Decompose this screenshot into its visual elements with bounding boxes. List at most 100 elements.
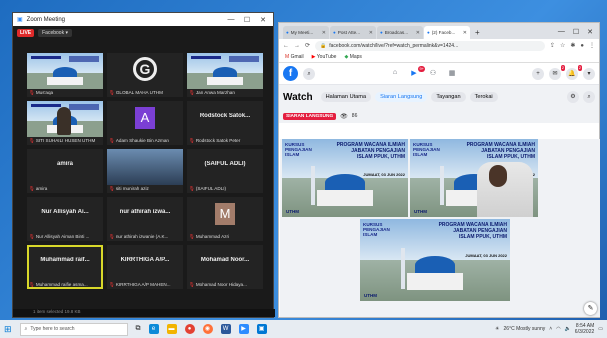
forward-icon[interactable]: → <box>294 43 300 49</box>
participant-name: Jan Anwa Marzhan <box>195 90 235 95</box>
participant-tile[interactable]: 🎙siti munirah aziz <box>107 149 183 193</box>
firefox-icon[interactable]: ◉ <box>202 324 213 334</box>
participant-tile[interactable]: Rodstock Satok... 🎙Rodstock Satok Peter <box>187 101 263 145</box>
participant-tile[interactable]: 🎙Jan Anwa Marzhan <box>187 53 263 97</box>
participant-tile[interactable]: M 🎙Muhammad Azri <box>187 197 263 241</box>
participant-tile[interactable]: amira 🎙amira <box>27 149 103 193</box>
create-icon[interactable]: + <box>532 67 544 80</box>
browser-tab[interactable]: ● Post Atte... ✕ <box>330 26 376 39</box>
home-nav-icon[interactable]: ⌂ <box>388 69 402 79</box>
notification-center-icon[interactable]: ▭ <box>598 326 603 332</box>
facebook-stream-dropdown[interactable]: Facebook ▾ <box>38 29 72 37</box>
facebook-topbar: f ⌕ ⌂ ▶ 9+ ⚇ ▦ + ✉ 2 🔔 2 ▾ <box>279 63 599 85</box>
bookmark-youtube[interactable]: ▶ YouTube <box>312 54 337 60</box>
facebook-logo[interactable]: f <box>283 66 298 81</box>
new-tab-icon[interactable]: + <box>471 28 484 39</box>
participant-tile[interactable]: A 🎙Adam Shaukie Bin Azman <box>107 101 183 145</box>
participant-name: Mohamad Noor Hidaya... <box>195 282 247 287</box>
close-icon[interactable]: ✕ <box>257 16 269 24</box>
browser-tab[interactable]: ● (2) Faceb... ✕ <box>424 26 470 39</box>
favicon-icon: ● <box>380 30 383 35</box>
chrome-icon[interactable]: ● <box>184 324 195 334</box>
volume-icon[interactable]: 🔈 <box>565 326 571 332</box>
participant-tile[interactable]: (SAIFUL ADLI) 🎙(SAIFUL ADLI) <box>187 149 263 193</box>
participant-tile[interactable]: Mohamad Noor... 🎙Mohamad Noor Hidaya... <box>187 245 263 289</box>
maximize-icon[interactable]: ☐ <box>241 16 253 24</box>
profile-avatar[interactable]: ● <box>580 43 584 49</box>
zoom-app-icon: ▣ <box>17 17 23 23</box>
search-icon[interactable]: ⌕ <box>303 67 315 80</box>
avatar: A <box>135 107 155 129</box>
participant-name: nur athirah izwanie (A.K... <box>115 234 169 239</box>
account-icon[interactable]: ▾ <box>583 67 595 80</box>
muted-mic-icon: 🎙 <box>189 138 195 143</box>
taskbar-search-input[interactable]: ⌕ Type here to search <box>19 322 128 336</box>
participant-tile[interactable]: nur athirah izwa... 🎙nur athirah izwanie … <box>107 197 183 241</box>
zoom-window[interactable]: ▣ Zoom Meeting — ☐ ✕ LIVE Facebook ▾ 🎙Mu… <box>12 12 275 318</box>
participant-name: GLOBAL MAHA UTHM <box>115 90 163 95</box>
search-icon[interactable]: ⌕ <box>583 91 595 103</box>
close-tab-icon: ✕ <box>321 29 326 36</box>
watch-nav-icon[interactable]: ▶ 9+ <box>407 65 425 79</box>
zoom-titlebar[interactable]: ▣ Zoom Meeting — ☐ ✕ <box>13 13 273 26</box>
participant-tile[interactable]: Muhammad raif... 🎙Muhammad raifie asma... <box>27 245 103 289</box>
participant-tile[interactable]: 🎙Mus'aqa <box>27 53 103 97</box>
file-explorer-icon[interactable]: ▬ <box>166 324 177 334</box>
url-input[interactable]: 🔒 facebook.com/watch/live/?ref=watch_perm… <box>315 40 545 51</box>
watch-title: Watch <box>283 91 313 103</box>
share-icon[interactable]: ⇪ <box>550 42 555 49</box>
star-icon[interactable]: ☆ <box>560 42 565 49</box>
bookmark-gmail[interactable]: M Gmail <box>285 54 304 60</box>
participant-display-name: KIRRTHIGA A/P... <box>120 257 170 263</box>
tab-tayangan[interactable]: Tayangan <box>431 92 466 102</box>
settings-icon[interactable]: ⚙ <box>567 91 579 103</box>
edge-icon[interactable]: e <box>148 324 159 334</box>
close-tab-icon: ✕ <box>368 29 373 36</box>
browser-window[interactable]: ● My Meeti... ✕ ● Post Atte... ✕ ● Broadcas... ✕… <box>278 22 600 318</box>
muted-mic-icon: 🎙 <box>109 282 115 287</box>
browser-tab[interactable]: ● My Meeti... ✕ <box>283 26 329 39</box>
chevron-up-icon[interactable]: ˄ <box>549 326 552 332</box>
back-icon[interactable]: ← <box>283 43 289 49</box>
bookmark-maps[interactable]: ◆ Maps <box>344 54 361 60</box>
tab-halaman-utama[interactable]: Halaman Utama <box>320 92 372 102</box>
muted-mic-icon: 🎙 <box>29 234 35 239</box>
participant-name: (SAIFUL ADLI) <box>195 186 227 191</box>
messenger-icon[interactable]: ✉ 2 <box>549 64 565 80</box>
maximize-icon[interactable]: ☐ <box>573 28 579 36</box>
minimize-icon[interactable]: — <box>558 28 565 36</box>
groups-nav-icon[interactable]: ⚇ <box>426 69 440 79</box>
weather-icon[interactable]: ☀ <box>495 326 499 332</box>
windows-start-icon[interactable]: ⊞ <box>4 324 12 335</box>
live-video[interactable]: ✎ KURSUS PENGAJIAN ISLAM PROGRAM WACANA I… <box>280 139 600 317</box>
photos-icon[interactable]: ▣ <box>256 324 267 334</box>
network-icon[interactable]: ◠ <box>556 326 560 332</box>
weather-text[interactable]: 26°C Mostly sunny <box>504 326 546 332</box>
zoom-taskbar-icon[interactable]: ▶ <box>238 324 249 334</box>
status-footer: 1 item selected 19.8 KB <box>13 309 275 317</box>
muted-mic-icon: 🎙 <box>189 186 195 191</box>
person-icon <box>107 149 183 185</box>
task-view-icon[interactable]: ⧉ <box>136 325 141 333</box>
person-icon <box>57 107 71 135</box>
participant-name: Muhammad Azri <box>195 234 230 239</box>
edit-icon[interactable]: ✎ <box>584 302 597 315</box>
tab-terokai[interactable]: Terokai <box>469 92 498 102</box>
browser-tab[interactable]: ● Broadcas... ✕ <box>377 26 423 39</box>
tab-siaran-langsung[interactable]: Siaran Langsung <box>375 92 428 102</box>
participant-tile[interactable]: KIRRTHIGA A/P... 🎙KIRRTHIGA A/P MAHEN... <box>107 245 183 289</box>
reload-icon[interactable]: ⟳ <box>305 42 310 49</box>
notifications-icon[interactable]: 🔔 2 <box>566 64 582 80</box>
taskbar: ⊞ ⌕ Type here to search ⧉ e ▬ ● ◉ W ▶ ▣ ☀… <box>0 320 607 338</box>
participant-tile[interactable]: Nur Allisyah Ai... 🎙Nur Allisyah Aiman Bi… <box>27 197 103 241</box>
system-tray: ☀ 26°C Mostly sunny ˄ ◠ 🔈 8:54 AM 6/3/20… <box>495 323 603 335</box>
word-icon[interactable]: W <box>220 324 231 334</box>
gaming-nav-icon[interactable]: ▦ <box>445 69 459 79</box>
extensions-icon[interactable]: ✱ <box>570 42 575 49</box>
menu-icon[interactable]: ⋮ <box>589 42 595 49</box>
close-icon[interactable]: ✕ <box>587 28 593 36</box>
minimize-icon[interactable]: — <box>225 16 237 23</box>
participant-tile[interactable]: G 🎙GLOBAL MAHA UTHM <box>107 53 183 97</box>
clock[interactable]: 8:54 AM 6/3/2022 <box>575 323 594 335</box>
participant-tile[interactable]: 🎙SITI SUHAILI HUSEN UTHM <box>27 101 103 145</box>
